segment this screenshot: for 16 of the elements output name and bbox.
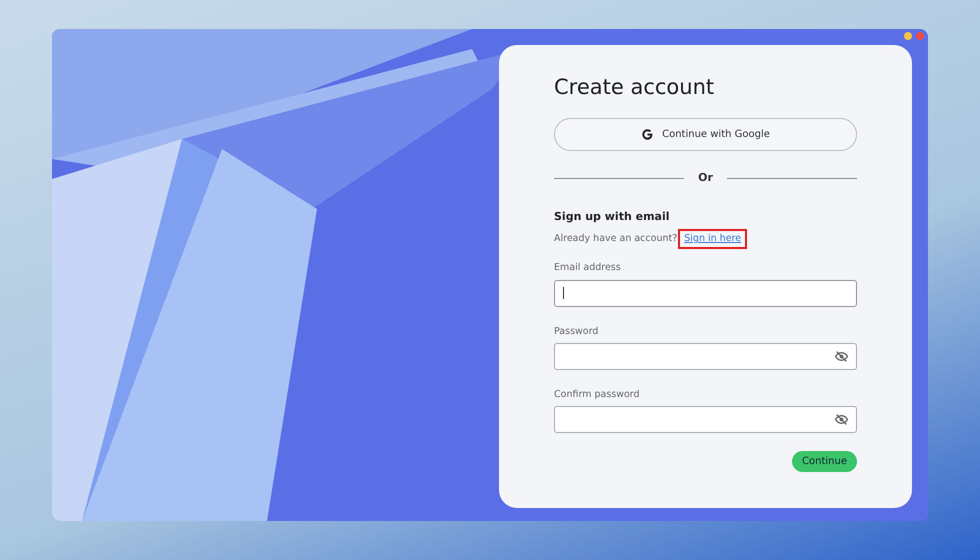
continue-button[interactable]: Continue <box>792 451 857 472</box>
sign-in-link[interactable]: Sign in here <box>680 231 746 248</box>
sign-in-prompt: Already have an account? <box>554 232 678 246</box>
divider-label: Or <box>698 170 713 186</box>
eye-slash-icon[interactable] <box>835 414 848 426</box>
field-label: Email address <box>554 261 622 276</box>
field-label: Password <box>554 324 600 339</box>
section-title: Sign up with email <box>554 208 670 225</box>
password-field[interactable] <box>554 406 857 434</box>
google-g-icon <box>641 128 654 142</box>
google-button[interactable]: Continue with Google <box>554 118 857 152</box>
email-field[interactable] <box>554 280 857 307</box>
eye-slash-icon[interactable] <box>835 350 848 362</box>
password-field[interactable] <box>554 342 857 370</box>
form-title: Create account <box>554 75 716 100</box>
field-label: Confirm password <box>554 388 641 402</box>
